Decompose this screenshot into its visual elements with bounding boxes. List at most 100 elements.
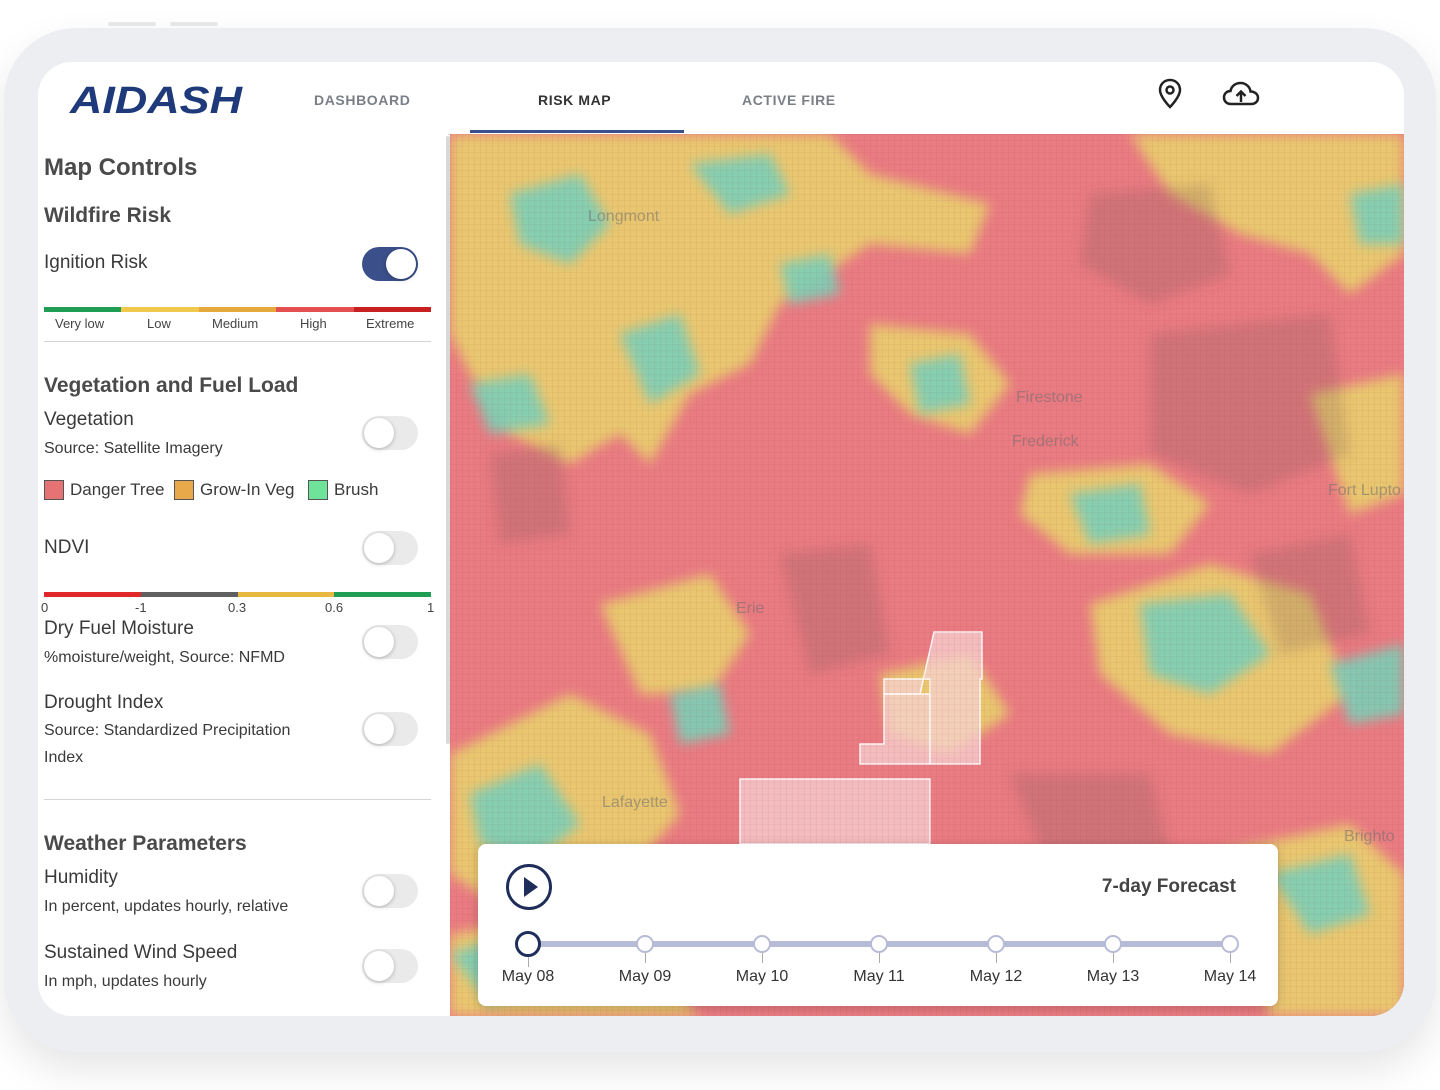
timeline-day-label[interactable]: May 13	[1073, 968, 1153, 986]
scale-high	[276, 307, 354, 312]
timeline-day-stop[interactable]	[753, 935, 771, 953]
forecast-timeline-card: 7-day Forecast May 08 May 09 May 10 May 11 M…	[478, 844, 1278, 1006]
timeline-day-label[interactable]: May 12	[956, 968, 1036, 986]
cloud-upload-icon[interactable]	[1222, 80, 1260, 113]
device-top-bar	[170, 22, 218, 26]
ignition-risk-scale	[44, 307, 432, 312]
drought-source: Source: Standardized Precipitation	[44, 722, 291, 739]
wind-speed-toggle[interactable]	[362, 949, 418, 983]
ndvi-segment	[237, 592, 335, 597]
scale-label: Very low	[55, 316, 105, 331]
danger-tree-swatch	[44, 480, 64, 500]
tab-active-fire[interactable]: ACTIVE FIRE	[742, 92, 836, 108]
ndvi-segment	[44, 592, 141, 597]
wind-speed-desc: In mph, updates hourly	[44, 973, 207, 990]
ndvi-tick: -1	[135, 600, 147, 615]
scale-label: Extreme	[366, 316, 415, 331]
timeline-day-stop[interactable]	[1104, 935, 1122, 953]
legend-danger-tree: Danger Tree	[44, 480, 165, 500]
vegetation-source: Source: Satellite Imagery	[44, 440, 223, 457]
section-divider	[44, 341, 431, 342]
ndvi-scale	[44, 592, 431, 597]
tab-dashboard[interactable]: DASHBOARD	[314, 92, 410, 108]
map-place-label: Lafayette	[602, 794, 668, 811]
map-place-label: Fort Lupto	[1328, 482, 1401, 499]
drought-index-toggle[interactable]	[362, 712, 418, 746]
ndvi-tick: 1	[427, 600, 435, 615]
scale-medium	[198, 307, 277, 312]
top-navigation: AIDASH DASHBOARD RISK MAP ACTIVE FIRE	[38, 62, 1404, 135]
scale-extreme	[353, 307, 432, 312]
timeline-tick	[528, 957, 529, 967]
ndvi-label: NDVI	[44, 537, 90, 558]
aidash-logo: AIDASH	[68, 80, 248, 123]
tab-risk-map[interactable]: RISK MAP	[538, 92, 611, 108]
device-top-bar	[108, 22, 156, 26]
scale-label: High	[300, 316, 327, 331]
humidity-toggle[interactable]	[362, 874, 418, 908]
legend-brush: Brush	[308, 480, 378, 500]
legend-grow-in-veg: Grow-In Veg	[174, 480, 295, 500]
timeline-tick	[879, 953, 880, 963]
map-place-label: Erie	[736, 600, 765, 617]
legend-label: Brush	[334, 480, 379, 499]
timeline-day-label[interactable]: May 08	[488, 968, 568, 986]
legend-label: Danger Tree	[70, 480, 165, 499]
dry-fuel-toggle[interactable]	[362, 625, 418, 659]
timeline-day-label[interactable]: May 11	[839, 968, 919, 986]
dry-fuel-source: %moisture/weight, Source: NFMD	[44, 649, 285, 666]
map-place-label: Brighto	[1344, 828, 1395, 845]
map-place-label: Frederick	[1012, 433, 1079, 450]
timeline-day-stop[interactable]	[870, 935, 888, 953]
scale-low	[121, 307, 199, 312]
scale-label: Low	[147, 316, 171, 331]
scale-very-low	[44, 307, 122, 312]
timeline-tick	[996, 953, 997, 963]
dry-fuel-label: Dry Fuel Moisture	[44, 618, 194, 639]
map-controls-panel: Map Controls Wildfire Risk Ignition Risk…	[38, 134, 448, 1016]
active-tab-indicator	[470, 130, 684, 133]
timeline-tick	[1230, 953, 1231, 963]
ndvi-tick: 0	[41, 600, 49, 615]
humidity-label: Humidity	[44, 867, 118, 888]
scale-label: Medium	[212, 316, 259, 331]
ndvi-segment	[140, 592, 238, 597]
legend-label: Grow-In Veg	[200, 480, 295, 499]
play-icon[interactable]	[506, 864, 552, 910]
timeline-tick	[645, 953, 646, 963]
timeline-tick	[1113, 953, 1114, 963]
timeline-day-label[interactable]: May 09	[605, 968, 685, 986]
forecast-title: 7-day Forecast	[1101, 876, 1236, 897]
timeline-day-stop[interactable]	[515, 931, 541, 957]
weather-heading: Weather Parameters	[44, 832, 247, 855]
drought-index-label: Drought Index	[44, 692, 164, 713]
timeline-day-stop[interactable]	[636, 935, 654, 953]
timeline-tick	[762, 953, 763, 963]
vegetation-toggle[interactable]	[362, 416, 418, 450]
wind-speed-label: Sustained Wind Speed	[44, 942, 238, 963]
map-place-label: Firestone	[1016, 389, 1083, 406]
app-screen: AIDASH DASHBOARD RISK MAP ACTIVE FIRE Ma…	[38, 62, 1404, 1016]
map-place-label: Longmont	[588, 208, 660, 225]
vegetation-label: Vegetation	[44, 409, 134, 430]
ndvi-toggle[interactable]	[362, 531, 418, 565]
timeline-day-stop[interactable]	[987, 935, 1005, 953]
timeline-day-label[interactable]: May 10	[722, 968, 802, 986]
timeline-day-label[interactable]: May 14	[1190, 968, 1270, 986]
ndvi-tick: 0.3	[228, 600, 247, 615]
location-pin-icon[interactable]	[1158, 78, 1182, 115]
ndvi-tick: 0.6	[325, 600, 344, 615]
section-divider	[44, 799, 431, 800]
ignition-risk-toggle[interactable]	[362, 247, 418, 281]
grow-in-veg-swatch	[174, 480, 194, 500]
drought-source: Index	[44, 749, 84, 766]
vegetation-heading: Vegetation and Fuel Load	[44, 374, 299, 397]
logo-text: AIDASH	[69, 80, 244, 118]
panel-title: Map Controls	[44, 154, 198, 181]
humidity-desc: In percent, updates hourly, relative	[44, 898, 289, 915]
brush-swatch	[308, 480, 328, 500]
ignition-risk-label: Ignition Risk	[44, 252, 148, 273]
ndvi-segment	[334, 592, 431, 597]
timeline-day-stop[interactable]	[1221, 935, 1239, 953]
wildfire-risk-heading: Wildfire Risk	[44, 204, 172, 227]
